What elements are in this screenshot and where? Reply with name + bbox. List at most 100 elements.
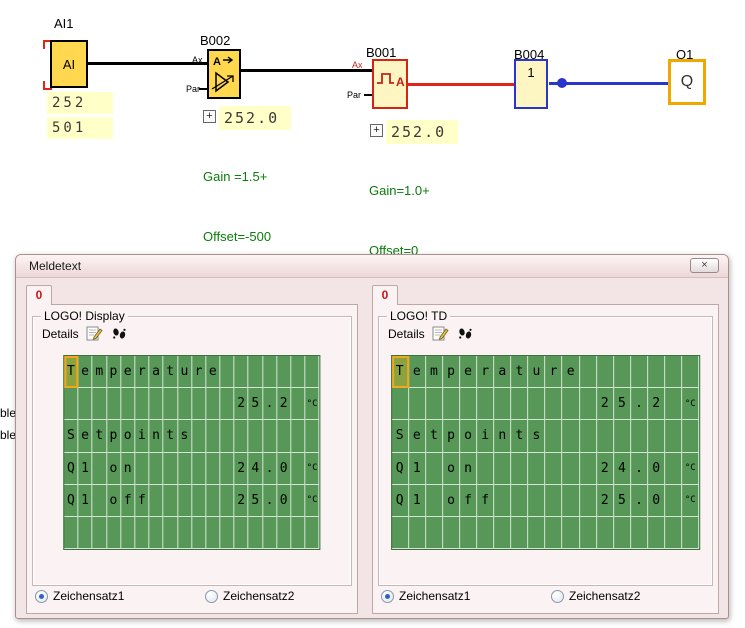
lcd-cell[interactable] bbox=[665, 485, 682, 517]
lcd-cell[interactable] bbox=[563, 420, 580, 452]
lcd-cell[interactable] bbox=[263, 420, 277, 452]
lcd-cell[interactable]: n bbox=[149, 420, 163, 452]
lcd-cell[interactable] bbox=[107, 517, 121, 549]
lcd-cell[interactable]: 0 bbox=[277, 485, 291, 517]
block-b002-analog-amplifier[interactable]: A bbox=[207, 49, 241, 99]
lcd-cell[interactable]: p bbox=[443, 420, 460, 452]
lcd-cell[interactable] bbox=[546, 420, 563, 452]
lcd-cell[interactable]: S bbox=[64, 420, 78, 452]
lcd-cell[interactable] bbox=[235, 356, 249, 388]
lcd-cell[interactable] bbox=[528, 388, 545, 420]
lcd-cell[interactable]: T bbox=[392, 356, 409, 388]
lcd-cell[interactable] bbox=[306, 356, 320, 388]
lcd-cell[interactable]: Q bbox=[392, 453, 409, 485]
lcd-cell[interactable]: 2 bbox=[597, 388, 614, 420]
lcd-cell[interactable]: u bbox=[178, 356, 192, 388]
lcd-cell[interactable]: e bbox=[206, 356, 220, 388]
lcd-cell[interactable]: m bbox=[426, 356, 443, 388]
lcd-cell[interactable]: 0 bbox=[277, 453, 291, 485]
lcd-cell[interactable] bbox=[164, 453, 178, 485]
lcd-cell[interactable]: t bbox=[164, 356, 178, 388]
lcd-cell[interactable] bbox=[64, 517, 78, 549]
lcd-cell[interactable] bbox=[563, 453, 580, 485]
lcd-cell[interactable]: 0 bbox=[648, 453, 665, 485]
lcd-cell[interactable] bbox=[546, 517, 563, 549]
lcd-cell[interactable]: e bbox=[79, 356, 93, 388]
lcd-cell[interactable]: T bbox=[64, 356, 78, 388]
lcd-cell[interactable]: n bbox=[460, 453, 477, 485]
lcd-cell[interactable]: 4 bbox=[249, 453, 263, 485]
lcd-cell[interactable] bbox=[665, 517, 682, 549]
lcd-cell[interactable] bbox=[682, 356, 699, 388]
lcd-cell[interactable] bbox=[164, 485, 178, 517]
lcd-cell[interactable]: . bbox=[263, 388, 277, 420]
lcd-cell[interactable] bbox=[597, 420, 614, 452]
lcd-cell[interactable] bbox=[93, 517, 107, 549]
lcd-cell[interactable] bbox=[563, 485, 580, 517]
lcd-cell[interactable]: . bbox=[631, 388, 648, 420]
lcd-cell[interactable]: °C bbox=[306, 388, 320, 420]
lcd-cell[interactable]: f bbox=[135, 485, 149, 517]
lcd-cell[interactable] bbox=[511, 453, 528, 485]
lcd-cell[interactable] bbox=[546, 485, 563, 517]
lcd-cell[interactable] bbox=[682, 517, 699, 549]
lcd-cell[interactable] bbox=[528, 517, 545, 549]
lcd-cell[interactable] bbox=[306, 420, 320, 452]
lcd-cell[interactable] bbox=[149, 517, 163, 549]
lcd-cell[interactable] bbox=[528, 485, 545, 517]
lcd-cell[interactable]: p bbox=[107, 420, 121, 452]
lcd-cell[interactable] bbox=[682, 420, 699, 452]
lcd-cell[interactable] bbox=[494, 517, 511, 549]
lcd-cell[interactable]: p bbox=[107, 356, 121, 388]
lcd-cell[interactable]: 1 bbox=[79, 453, 93, 485]
charset-icon[interactable] bbox=[457, 326, 473, 342]
tab-0[interactable]: 0 bbox=[372, 285, 398, 305]
lcd-cell[interactable] bbox=[291, 453, 305, 485]
lcd-cell[interactable]: . bbox=[631, 485, 648, 517]
lcd-cell[interactable]: r bbox=[192, 356, 206, 388]
lcd-cell[interactable] bbox=[563, 517, 580, 549]
lcd-cell[interactable] bbox=[220, 420, 234, 452]
lcd-cell[interactable] bbox=[249, 517, 263, 549]
lcd-cell[interactable] bbox=[206, 453, 220, 485]
lcd-cell[interactable] bbox=[107, 388, 121, 420]
lcd-cell[interactable] bbox=[206, 420, 220, 452]
lcd-cell[interactable]: 5 bbox=[614, 388, 631, 420]
lcd-cell[interactable]: t bbox=[511, 420, 528, 452]
lcd-cell[interactable] bbox=[235, 517, 249, 549]
lcd-cell[interactable]: °C bbox=[306, 485, 320, 517]
lcd-cell[interactable] bbox=[121, 517, 135, 549]
lcd-cell[interactable]: °C bbox=[682, 485, 699, 517]
edit-icon[interactable] bbox=[86, 326, 104, 342]
lcd-cell[interactable] bbox=[665, 388, 682, 420]
lcd-cell[interactable]: o bbox=[107, 453, 121, 485]
lcd-cell[interactable] bbox=[220, 485, 234, 517]
lcd-cell[interactable] bbox=[665, 356, 682, 388]
lcd-cell[interactable] bbox=[580, 517, 597, 549]
radio-circle[interactable] bbox=[35, 590, 48, 603]
lcd-cell[interactable] bbox=[477, 453, 494, 485]
lcd-cell[interactable]: 4 bbox=[614, 453, 631, 485]
lcd-cell[interactable] bbox=[494, 485, 511, 517]
lcd-cell[interactable]: p bbox=[443, 356, 460, 388]
wire-ai1-b002[interactable] bbox=[88, 62, 207, 65]
lcd-cell[interactable] bbox=[93, 388, 107, 420]
lcd-cell[interactable] bbox=[263, 356, 277, 388]
lcd-cell[interactable] bbox=[277, 356, 291, 388]
lcd-cell[interactable] bbox=[277, 420, 291, 452]
lcd-cell[interactable] bbox=[263, 517, 277, 549]
lcd-cell[interactable] bbox=[220, 388, 234, 420]
lcd-cell[interactable]: a bbox=[149, 356, 163, 388]
lcd-cell[interactable] bbox=[235, 420, 249, 452]
lcd-cell[interactable]: . bbox=[631, 453, 648, 485]
radio-zeichensatz1[interactable]: Zeichensatz1 bbox=[35, 589, 124, 603]
lcd-cell[interactable]: o bbox=[121, 420, 135, 452]
lcd-cell[interactable]: t bbox=[164, 420, 178, 452]
lcd-cell[interactable]: . bbox=[263, 485, 277, 517]
lcd-cell[interactable] bbox=[277, 517, 291, 549]
lcd-cell[interactable] bbox=[426, 388, 443, 420]
expand-toggle[interactable]: + bbox=[370, 124, 383, 137]
tab-0[interactable]: 0 bbox=[26, 285, 52, 305]
lcd-cell[interactable]: 0 bbox=[648, 485, 665, 517]
lcd-cell[interactable]: e bbox=[409, 420, 426, 452]
